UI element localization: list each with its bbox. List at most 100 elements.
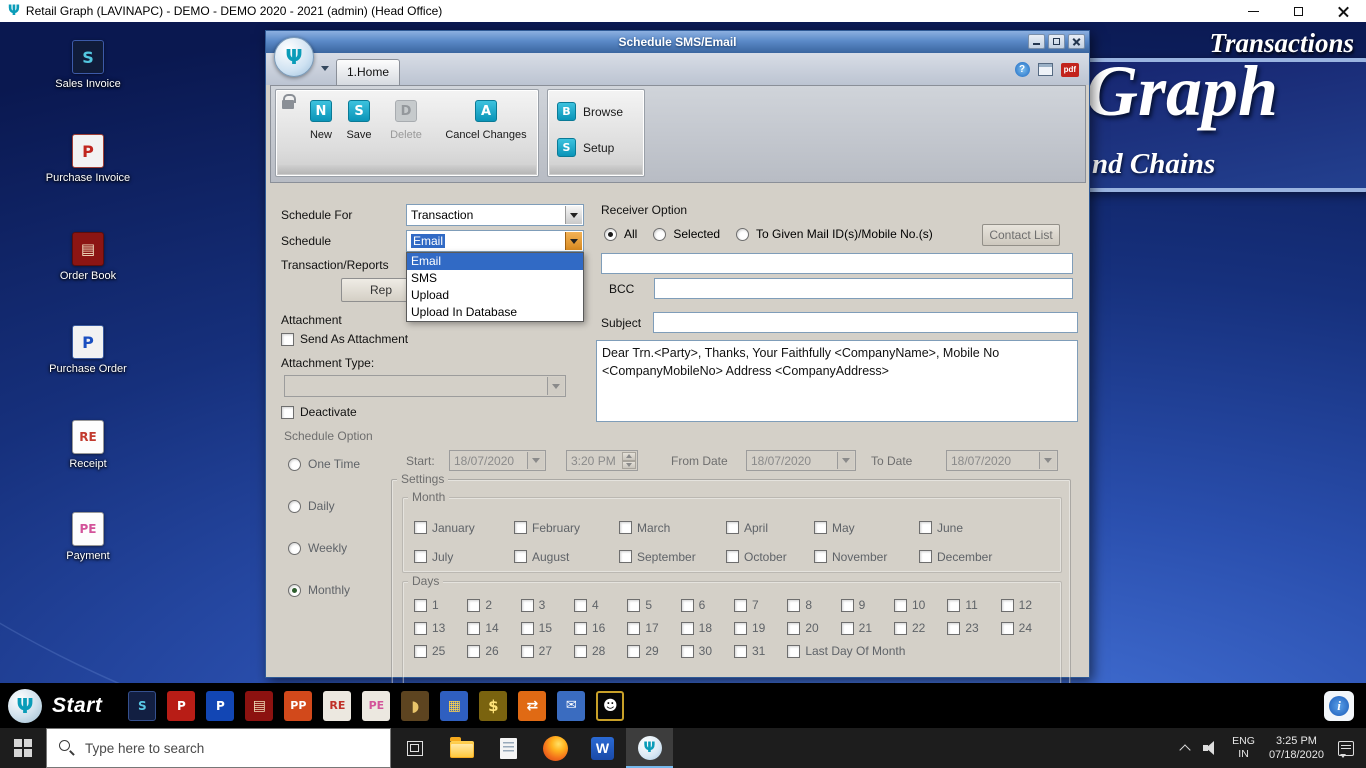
tray-chevron-icon[interactable]	[1179, 744, 1191, 756]
desktop-shortcut[interactable]: ▤ Order Book	[40, 232, 136, 284]
dropdown-option[interactable]: Upload	[407, 287, 583, 304]
volume-icon[interactable]	[1203, 741, 1218, 755]
day-checkbox[interactable]: 20	[787, 617, 840, 639]
month-checkbox[interactable]: March	[619, 513, 726, 542]
subject-input[interactable]	[653, 312, 1078, 333]
quicklaunch-icon[interactable]: ☻	[596, 690, 625, 721]
task-view-button[interactable]	[391, 728, 438, 768]
w-app-button[interactable]: W	[579, 728, 626, 768]
desktop-shortcut[interactable]: P Purchase Order	[40, 325, 136, 377]
month-checkbox[interactable]: April	[726, 513, 814, 542]
day-checkbox[interactable]: 12	[1000, 594, 1054, 616]
month-checkbox[interactable]: December	[919, 542, 1054, 571]
start-button[interactable]: Start	[52, 694, 102, 718]
quicklaunch-icon[interactable]: ✉	[557, 690, 586, 721]
day-checkbox[interactable]: 24	[1000, 617, 1054, 639]
file-explorer-button[interactable]	[438, 728, 485, 768]
day-checkbox[interactable]: 15	[520, 617, 574, 639]
quicklaunch-icon[interactable]: ◗	[401, 690, 430, 721]
quicklaunch-icon[interactable]: $	[479, 690, 508, 721]
month-checkbox[interactable]: February	[514, 513, 619, 542]
month-checkbox[interactable]: November	[814, 542, 919, 571]
day-checkbox[interactable]: 2	[467, 594, 520, 616]
windows-start-button[interactable]	[0, 728, 46, 768]
quicklaunch-icon[interactable]: ▤	[245, 690, 274, 721]
close-icon[interactable]	[1337, 5, 1350, 18]
receiver-option-radio[interactable]: To Given Mail ID(s)/Mobile No.(s)	[736, 227, 933, 241]
quicklaunch-icon[interactable]: PE	[362, 690, 391, 721]
recipient-input[interactable]	[601, 253, 1073, 274]
retail-graph-logo-icon[interactable]: Ψ	[8, 688, 42, 723]
notepad-button[interactable]	[485, 728, 532, 768]
send-as-attachment-checkbox[interactable]: Send As Attachment	[281, 332, 408, 346]
dropdown-arrow-icon[interactable]	[565, 206, 582, 224]
day-checkbox[interactable]: 29	[627, 640, 680, 662]
clock[interactable]: 3:25 PM 07/18/2020	[1269, 734, 1324, 763]
quicklaunch-icon[interactable]: P	[167, 690, 196, 721]
day-checkbox[interactable]: 7	[733, 594, 787, 616]
info-button[interactable]: i	[1324, 690, 1354, 721]
quicklaunch-icon[interactable]: ▦	[440, 690, 469, 721]
day-checkbox[interactable]: 6	[680, 594, 734, 616]
day-checkbox[interactable]: 11	[947, 594, 1000, 616]
day-checkbox[interactable]: Last Day Of Month	[787, 640, 1054, 662]
day-checkbox[interactable]: 21	[840, 617, 894, 639]
day-checkbox[interactable]: 18	[680, 617, 734, 639]
schedule-for-select[interactable]: Transaction	[406, 204, 584, 226]
desktop-shortcut[interactable]: P Purchase Invoice	[40, 134, 136, 186]
day-checkbox[interactable]: 10	[893, 594, 947, 616]
message-textarea[interactable]: Dear Trn.<Party>, Thanks, Your Faithfull…	[596, 340, 1078, 422]
day-checkbox[interactable]: 17	[627, 617, 680, 639]
retail-graph-taskbar-button[interactable]: Ψ	[626, 728, 673, 768]
contact-list-button[interactable]: Contact List	[982, 224, 1060, 246]
day-checkbox[interactable]: 22	[893, 617, 947, 639]
month-checkbox[interactable]: July	[414, 542, 514, 571]
receiver-option-radio[interactable]: All	[604, 227, 637, 241]
desktop-shortcut[interactable]: S Sales Invoice	[40, 40, 136, 92]
quicklaunch-icon[interactable]: S	[128, 690, 157, 721]
month-checkbox[interactable]: January	[414, 513, 514, 542]
day-checkbox[interactable]: 5	[627, 594, 680, 616]
month-checkbox[interactable]: September	[619, 542, 726, 571]
day-checkbox[interactable]: 14	[467, 617, 520, 639]
day-checkbox[interactable]: 9	[840, 594, 894, 616]
month-checkbox[interactable]: October	[726, 542, 814, 571]
schedule-option-radio[interactable]: Weekly	[288, 541, 360, 555]
firefox-button[interactable]	[532, 728, 579, 768]
dropdown-option[interactable]: Email	[407, 253, 583, 270]
day-checkbox[interactable]: 19	[733, 617, 787, 639]
day-checkbox[interactable]: 1	[414, 594, 467, 616]
month-checkbox[interactable]: August	[514, 542, 619, 571]
day-checkbox[interactable]: 31	[733, 640, 787, 662]
day-checkbox[interactable]: 4	[573, 594, 627, 616]
desktop-shortcut[interactable]: PE Payment	[40, 512, 136, 564]
minimize-icon[interactable]	[1247, 5, 1260, 18]
day-checkbox[interactable]: 26	[467, 640, 520, 662]
day-checkbox[interactable]: 23	[947, 617, 1000, 639]
schedule-option-radio[interactable]: Daily	[288, 499, 360, 513]
search-input[interactable]	[47, 729, 390, 767]
taskbar-search[interactable]	[46, 728, 391, 768]
day-checkbox[interactable]: 30	[680, 640, 734, 662]
month-checkbox[interactable]: May	[814, 513, 919, 542]
deactivate-checkbox[interactable]: Deactivate	[281, 405, 357, 419]
day-checkbox[interactable]: 16	[573, 617, 627, 639]
bcc-input[interactable]	[654, 278, 1073, 299]
month-checkbox[interactable]: June	[919, 513, 1054, 542]
day-checkbox[interactable]: 28	[573, 640, 627, 662]
dropdown-option[interactable]: SMS	[407, 270, 583, 287]
schedule-option-radio[interactable]: One Time	[288, 457, 360, 471]
day-checkbox[interactable]: 13	[414, 617, 467, 639]
day-checkbox[interactable]: 27	[520, 640, 574, 662]
language-indicator[interactable]: ENG IN	[1232, 735, 1255, 761]
schedule-option-radio[interactable]: Monthly	[288, 583, 360, 597]
quicklaunch-icon[interactable]: ⇄	[518, 690, 547, 721]
quicklaunch-icon[interactable]: P	[206, 690, 235, 721]
quicklaunch-icon[interactable]: RE	[323, 690, 352, 721]
desktop-shortcut[interactable]: RE Receipt	[40, 420, 136, 472]
schedule-dropdown-icon[interactable]	[565, 232, 582, 250]
quicklaunch-icon[interactable]: PP	[284, 690, 313, 721]
maximize-icon[interactable]	[1292, 5, 1305, 18]
day-checkbox[interactable]: 25	[414, 640, 467, 662]
receiver-option-radio[interactable]: Selected	[653, 227, 720, 241]
